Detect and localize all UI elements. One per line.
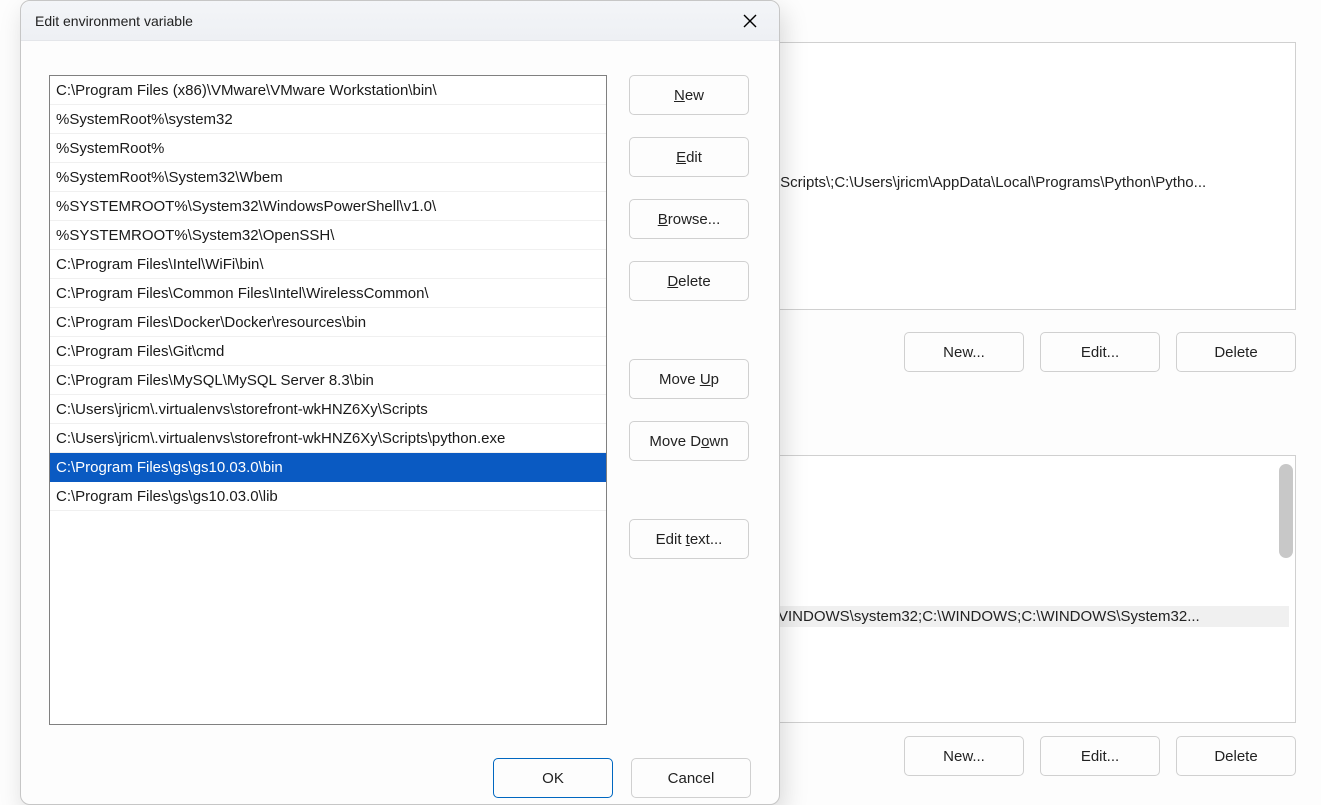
label: Edit...	[1081, 344, 1119, 361]
path-item[interactable]: C:\Program Files\MySQL\MySQL Server 8.3\…	[50, 366, 606, 395]
cancel-button[interactable]: Cancel	[631, 758, 751, 798]
label: OK	[542, 770, 564, 787]
label: Edit...	[1081, 748, 1119, 765]
path-item[interactable]: C:\Program Files\Common Files\Intel\Wire…	[50, 279, 606, 308]
dialog-titlebar: Edit environment variable	[21, 1, 779, 41]
path-item[interactable]: C:\Users\jricm\.virtualenvs\storefront-w…	[50, 424, 606, 453]
path-item[interactable]: C:\Program Files\Git\cmd	[50, 337, 606, 366]
bg-delete-button-user[interactable]: Delete	[1176, 332, 1296, 372]
label: Browse...	[658, 211, 721, 228]
label: New...	[943, 748, 985, 765]
bg-edit-button-system[interactable]: Edit...	[1040, 736, 1160, 776]
edit-environment-variable-dialog: Edit environment variable C:\Program Fil…	[20, 0, 780, 805]
label: Edit text...	[656, 531, 723, 548]
dialog-title: Edit environment variable	[35, 13, 731, 29]
system-variables-scrollbar[interactable]	[1279, 464, 1293, 558]
label: Edit	[676, 149, 702, 166]
dialog-footer: OK Cancel	[493, 758, 751, 798]
bg-delete-button-system[interactable]: Delete	[1176, 736, 1296, 776]
delete-button[interactable]: Delete	[629, 261, 749, 301]
close-button[interactable]	[731, 6, 769, 36]
system-variable-value-truncated: VINDOWS\system32;C:\WINDOWS;C:\WINDOWS\S…	[776, 606, 1289, 627]
label: New...	[943, 344, 985, 361]
label: Delete	[667, 273, 710, 290]
path-item[interactable]: %SYSTEMROOT%\System32\WindowsPowerShell\…	[50, 192, 606, 221]
path-item[interactable]: C:\Program Files\gs\gs10.03.0\lib	[50, 482, 606, 511]
bg-new-button-user[interactable]: New...	[904, 332, 1024, 372]
path-item[interactable]: %SystemRoot%	[50, 134, 606, 163]
edit-button[interactable]: Edit	[629, 137, 749, 177]
move-down-button[interactable]: Move Down	[629, 421, 749, 461]
bg-new-button-system[interactable]: New...	[904, 736, 1024, 776]
label: Move Down	[649, 433, 728, 450]
path-item[interactable]: C:\Users\jricm\.virtualenvs\storefront-w…	[50, 395, 606, 424]
new-button[interactable]: New	[629, 75, 749, 115]
close-icon	[743, 14, 757, 28]
path-item[interactable]: %SystemRoot%\System32\Wbem	[50, 163, 606, 192]
label: Delete	[1214, 344, 1257, 361]
label: Move Up	[659, 371, 719, 388]
edit-text-button[interactable]: Edit text...	[629, 519, 749, 559]
path-item[interactable]: C:\Program Files\gs\gs10.03.0\bin	[50, 453, 606, 482]
label: Cancel	[668, 770, 715, 787]
bg-edit-button-user[interactable]: Edit...	[1040, 332, 1160, 372]
path-item[interactable]: C:\Program Files\Intel\WiFi\bin\	[50, 250, 606, 279]
user-variables-button-row: New... Edit... Delete	[904, 332, 1296, 372]
path-item[interactable]: %SYSTEMROOT%\System32\OpenSSH\	[50, 221, 606, 250]
label: Delete	[1214, 748, 1257, 765]
move-up-button[interactable]: Move Up	[629, 359, 749, 399]
label: New	[674, 87, 704, 104]
browse-button[interactable]: Browse...	[629, 199, 749, 239]
path-item[interactable]: C:\Program Files (x86)\VMware\VMware Wor…	[50, 76, 606, 105]
path-item[interactable]: %SystemRoot%\system32	[50, 105, 606, 134]
system-variables-button-row: New... Edit... Delete	[904, 736, 1296, 776]
path-listbox[interactable]: C:\Program Files (x86)\VMware\VMware Wor…	[49, 75, 607, 725]
user-variable-value-truncated: \Scripts\;C:\Users\jricm\AppData\Local\P…	[776, 174, 1289, 191]
path-item[interactable]: C:\Program Files\Docker\Docker\resources…	[50, 308, 606, 337]
ok-button[interactable]: OK	[493, 758, 613, 798]
side-button-column: New Edit Browse... Delete Move Up Move D…	[629, 75, 749, 784]
